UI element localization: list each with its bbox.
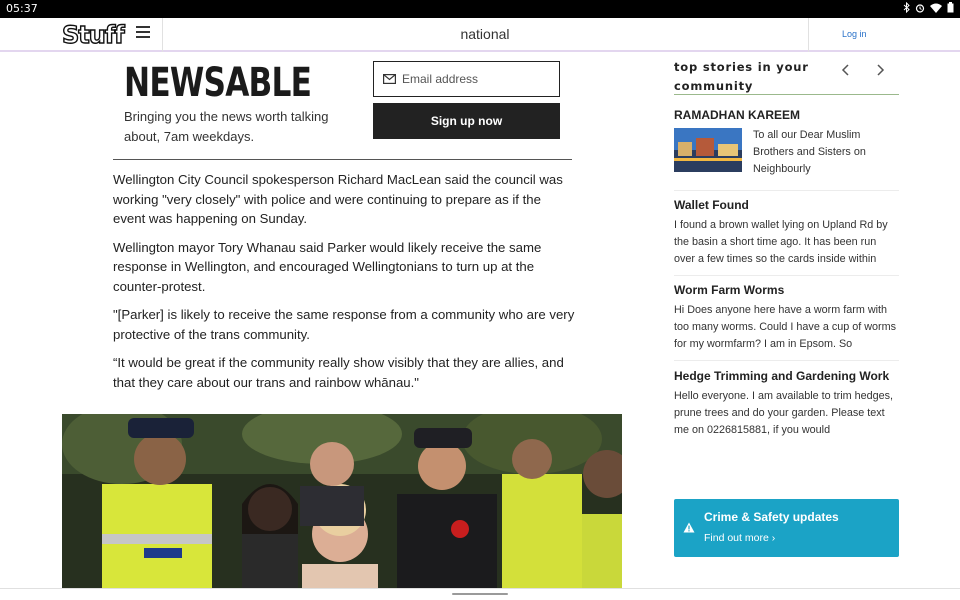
email-input[interactable] <box>402 70 552 88</box>
status-bar: 05:37 <box>0 0 960 18</box>
story-title: RAMADHAN KAREEM <box>674 108 800 122</box>
clock: 05:37 <box>6 2 38 15</box>
site-header: Stuff national Log in <box>0 18 960 52</box>
home-indicator[interactable] <box>452 593 508 595</box>
story-item[interactable]: Wallet Found I found a brown wallet lyin… <box>674 198 899 276</box>
banner-title: Crime & Safety updates <box>704 510 839 524</box>
sidebar-header: top stories in your community <box>674 56 899 95</box>
story-thumbnail <box>674 128 742 172</box>
article-paragraph: "[Parker] is likely to receive the same … <box>113 307 575 342</box>
story-item[interactable]: Hedge Trimming and Gardening Work Hello … <box>674 369 899 447</box>
header-divider <box>162 18 163 52</box>
protest-photo-illustration <box>62 414 622 588</box>
article-paragraph: “It would be great if the community real… <box>113 355 564 390</box>
story-text: To all our Dear Muslim Brothers and Sist… <box>753 129 866 175</box>
chevron-right-icon[interactable] <box>872 62 888 78</box>
system-icons <box>903 2 954 13</box>
login-link[interactable]: Log in <box>842 29 867 39</box>
mail-icon <box>383 74 396 84</box>
article-photo[interactable] <box>62 414 622 588</box>
email-field[interactable] <box>373 61 560 97</box>
crime-safety-banner[interactable]: Crime & Safety updates Find out more › <box>674 499 899 557</box>
sidebar-title: top stories in your community <box>674 60 809 93</box>
newsable-logo: NEWSABLE <box>124 60 312 106</box>
story-title: Hedge Trimming and Gardening Work <box>674 369 890 383</box>
story-text: I found a brown wallet lying on Upland R… <box>674 219 888 265</box>
stuff-logo[interactable]: Stuff <box>61 20 125 49</box>
hamburger-menu-icon[interactable] <box>136 26 150 40</box>
wifi-icon <box>930 3 942 13</box>
bottom-divider <box>0 588 960 589</box>
newsletter-description: Bringing you the news worth talking abou… <box>124 109 329 144</box>
header-divider <box>808 18 809 52</box>
article-body: Wellington City Council spokesperson Ric… <box>113 170 575 401</box>
bluetooth-icon <box>903 2 910 13</box>
section-divider <box>113 159 572 160</box>
story-title: Wallet Found <box>674 198 749 212</box>
story-text: Hi Does anyone here have a worm farm wit… <box>674 304 897 350</box>
chevron-left-icon[interactable] <box>838 62 854 78</box>
story-item[interactable]: Worm Farm Worms Hi Does anyone here have… <box>674 283 899 361</box>
story-item[interactable]: RAMADHAN KAREEM To all our Dear Muslim B… <box>674 108 899 191</box>
warning-icon <box>683 522 695 533</box>
alarm-icon <box>915 3 925 13</box>
signup-button[interactable]: Sign up now <box>373 103 560 139</box>
story-title: Worm Farm Worms <box>674 283 785 297</box>
article-paragraph: Wellington City Council spokesperson Ric… <box>113 172 563 226</box>
story-text: Hello everyone. I am available to trim h… <box>674 390 894 436</box>
article-paragraph: Wellington mayor Tory Whanau said Parker… <box>113 239 542 294</box>
battery-icon <box>947 2 954 13</box>
section-title: national <box>460 26 510 42</box>
find-out-more-link[interactable]: Find out more › <box>704 532 775 544</box>
